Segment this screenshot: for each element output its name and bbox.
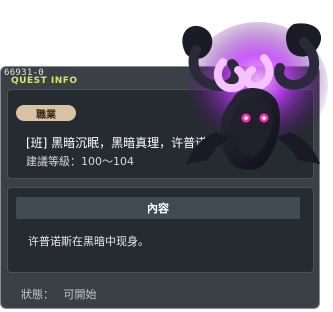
hypnos-boss-portrait-icon xyxy=(182,22,328,170)
job-badge: 職業 xyxy=(16,105,76,121)
status-label: 狀態： xyxy=(21,288,54,301)
quest-status: 狀態： 可開始 xyxy=(21,286,97,302)
status-value: 可開始 xyxy=(63,288,97,301)
panel-title: QUEST INFO xyxy=(11,76,78,86)
content-text: 许普诺斯在黑暗中现身。 xyxy=(28,235,149,248)
level-requirement: 建議等級：100～104 xyxy=(26,155,134,168)
content-header: 內容 xyxy=(16,197,300,219)
